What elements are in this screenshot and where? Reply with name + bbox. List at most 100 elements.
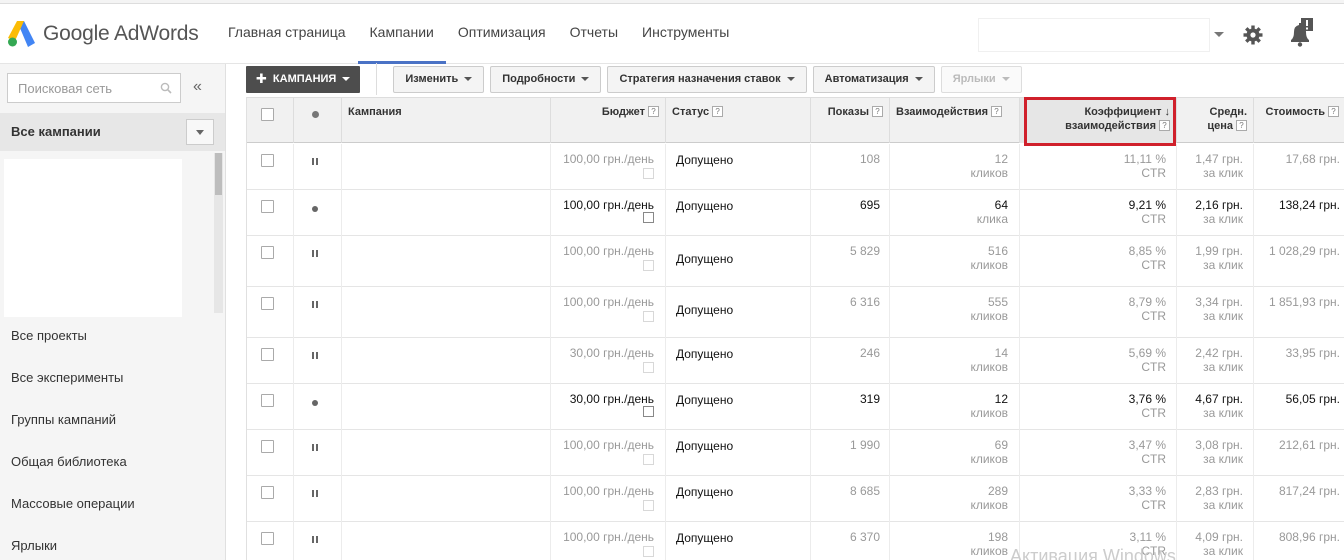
campaign-name-cell[interactable] xyxy=(342,237,528,286)
budget-chart-icon[interactable] xyxy=(643,212,654,223)
account-selector[interactable] xyxy=(978,18,1210,52)
edit-button[interactable]: Изменить xyxy=(393,65,485,93)
bid-strategy-label: Стратегия назначения ставок xyxy=(619,73,781,85)
bid-strategy-button[interactable]: Стратегия назначения ставок xyxy=(607,65,807,93)
collapse-sidebar-button[interactable]: « xyxy=(193,78,202,96)
pause-icon[interactable] xyxy=(312,536,318,543)
all-campaigns-dropdown-button[interactable] xyxy=(186,119,214,145)
budget-value[interactable]: 100,00 грн./день xyxy=(551,530,654,544)
gear-icon[interactable] xyxy=(1243,25,1263,45)
avg-cost-unit: за клик xyxy=(1203,544,1243,558)
row-checkbox[interactable] xyxy=(261,532,274,545)
campaign-name-cell[interactable] xyxy=(342,477,528,521)
status-dot-header[interactable] xyxy=(294,98,342,143)
budget-chart-icon[interactable] xyxy=(643,168,654,179)
campaign-header[interactable]: Кампания xyxy=(342,98,551,143)
adwords-logo[interactable]: Google AdWords xyxy=(8,18,199,50)
cost-header[interactable]: Стоимость? xyxy=(1254,98,1344,143)
pause-icon[interactable] xyxy=(312,490,318,497)
budget-chart-icon[interactable] xyxy=(643,311,654,322)
budget-chart-icon[interactable] xyxy=(643,546,654,557)
details-button[interactable]: Подробности xyxy=(490,65,602,93)
avg-cost-unit: за клик xyxy=(1203,166,1243,180)
campaign-name-cell[interactable] xyxy=(342,145,528,189)
row-checkbox[interactable] xyxy=(261,297,274,310)
sidebar-link-0[interactable]: Все проекты xyxy=(0,314,225,356)
row-checkbox[interactable] xyxy=(261,154,274,167)
search-input[interactable]: Поисковая сеть xyxy=(7,73,181,103)
pause-icon[interactable] xyxy=(312,250,318,257)
select-all-checkbox[interactable] xyxy=(261,108,274,121)
interaction-rate-value: 11,11 % xyxy=(1123,152,1166,166)
sidebar-link-1[interactable]: Все эксперименты xyxy=(0,356,225,398)
row-checkbox[interactable] xyxy=(261,200,274,213)
search-icon[interactable] xyxy=(160,82,172,94)
pause-icon[interactable] xyxy=(312,301,318,308)
pause-icon[interactable] xyxy=(312,352,318,359)
help-icon[interactable]: ? xyxy=(648,106,659,117)
interactions-unit: клика xyxy=(976,212,1008,226)
sidebar-link-4[interactable]: Массовые операции xyxy=(0,482,225,524)
budget-value[interactable]: 100,00 грн./день xyxy=(551,244,654,258)
nav-item-4[interactable]: Инструменты xyxy=(630,0,741,64)
pause-icon[interactable] xyxy=(312,158,318,165)
interaction-rate-unit: CTR xyxy=(1141,498,1166,512)
campaign-name-cell[interactable] xyxy=(342,288,528,337)
row-checkbox[interactable] xyxy=(261,394,274,407)
campaign-name-cell[interactable] xyxy=(342,431,528,475)
sidebar-link-3[interactable]: Общая библиотека xyxy=(0,440,225,482)
budget-chart-icon[interactable] xyxy=(643,260,654,271)
nav-item-1[interactable]: Кампании xyxy=(357,0,446,64)
row-checkbox[interactable] xyxy=(261,348,274,361)
avg-cost-value: 2,83 грн. xyxy=(1195,484,1243,498)
help-icon[interactable]: ? xyxy=(1328,106,1339,117)
interaction-rate-unit: CTR xyxy=(1141,360,1166,374)
campaign-name-cell[interactable] xyxy=(342,385,528,429)
impressions-value: 6 316 xyxy=(849,295,880,309)
nav-item-2[interactable]: Оптимизация xyxy=(446,0,558,64)
tree-scrollbar-thumb[interactable] xyxy=(215,153,222,195)
budget-value[interactable]: 30,00 грн./день xyxy=(551,346,654,360)
budget-header[interactable]: Бюджет? xyxy=(551,98,666,143)
help-icon[interactable]: ? xyxy=(1236,120,1247,131)
add-campaign-button[interactable]: ✚ КАМПАНИЯ xyxy=(246,65,361,93)
budget-chart-icon[interactable] xyxy=(643,406,654,417)
budget-value[interactable]: 100,00 грн./день xyxy=(551,152,654,166)
impressions-header[interactable]: Показы? xyxy=(811,98,890,143)
nav-item-3[interactable]: Отчеты xyxy=(558,0,630,64)
interactions-value: 14 xyxy=(994,346,1008,360)
budget-value[interactable]: 100,00 грн./день xyxy=(551,484,654,498)
budget-value[interactable]: 100,00 грн./день xyxy=(551,438,654,452)
help-icon[interactable]: ? xyxy=(712,106,724,117)
interactions-unit: кликов xyxy=(970,309,1008,323)
row-checkbox[interactable] xyxy=(261,440,274,453)
notification-bell-icon[interactable] xyxy=(1287,18,1313,48)
status-header[interactable]: Статус? xyxy=(666,98,811,143)
labels-button[interactable]: Ярлыки xyxy=(940,65,1022,93)
status-active-dot-icon[interactable] xyxy=(312,400,318,406)
row-checkbox[interactable] xyxy=(261,486,274,499)
sidebar-link-5[interactable]: Ярлыки xyxy=(0,524,225,560)
sidebar-link-2[interactable]: Группы кампаний xyxy=(0,398,225,440)
campaign-name-cell[interactable] xyxy=(342,339,528,383)
budget-value[interactable]: 30,00 грн./день xyxy=(551,392,654,406)
all-campaigns-selector[interactable]: Все кампании xyxy=(0,113,225,151)
campaign-name-cell[interactable] xyxy=(342,191,528,235)
budget-chart-icon[interactable] xyxy=(643,500,654,511)
avg-cost-header[interactable]: Средн. цена? xyxy=(1177,98,1254,143)
account-dropdown-icon[interactable] xyxy=(1214,32,1224,37)
budget-chart-icon[interactable] xyxy=(643,454,654,465)
status-active-dot-icon[interactable] xyxy=(312,206,318,212)
nav-item-0[interactable]: Главная страница xyxy=(216,0,358,64)
campaign-name-cell[interactable] xyxy=(342,523,528,560)
automate-button[interactable]: Автоматизация xyxy=(812,65,935,93)
row-checkbox[interactable] xyxy=(261,246,274,259)
interaction-rate-unit: CTR xyxy=(1141,258,1166,272)
help-icon[interactable]: ? xyxy=(872,106,883,117)
budget-value[interactable]: 100,00 грн./день xyxy=(551,295,654,309)
budget-value[interactable]: 100,00 грн./день xyxy=(551,198,654,212)
budget-chart-icon[interactable] xyxy=(643,362,654,373)
help-icon[interactable]: ? xyxy=(991,106,1003,117)
interactions-header[interactable]: Взаимодействия? xyxy=(890,98,1020,143)
pause-icon[interactable] xyxy=(312,444,318,451)
